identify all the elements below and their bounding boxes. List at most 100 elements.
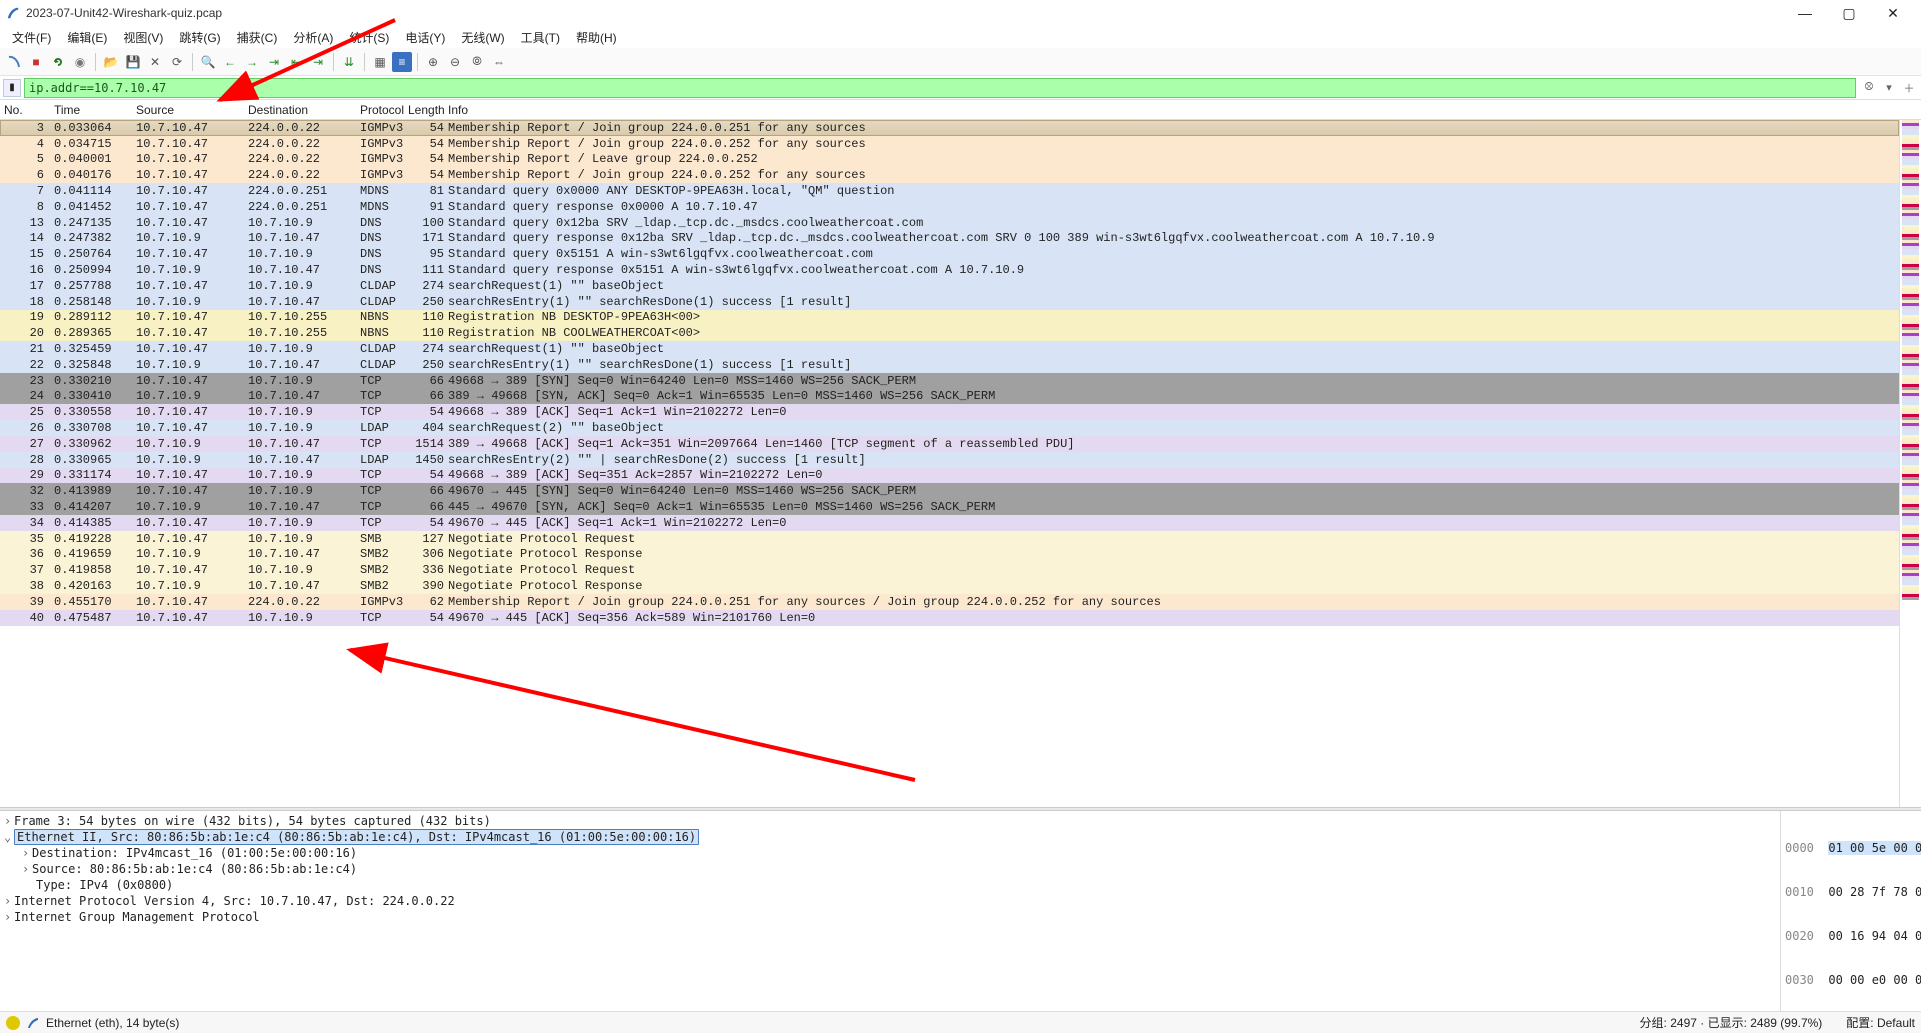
packet-list-header[interactable]: No. Time Source Destination Protocol Len…: [0, 100, 1921, 120]
restart-capture-icon[interactable]: [48, 52, 68, 72]
packet-row[interactable]: 200.28936510.7.10.4710.7.10.255NBNS110Re…: [0, 325, 1899, 341]
col-len[interactable]: Length: [408, 103, 448, 117]
menu-capture[interactable]: 捕获(C): [229, 27, 286, 48]
titlebar: 2023-07-Unit42-Wireshark-quiz.pcap — ▢ ✕: [0, 0, 1921, 26]
tree-frame[interactable]: Frame 3: 54 bytes on wire (432 bits), 54…: [14, 814, 491, 828]
auto-scroll-icon[interactable]: ⇊: [339, 52, 359, 72]
apply-filter-icon[interactable]: ▾: [1880, 79, 1898, 97]
zoom-out-icon[interactable]: ⊖: [445, 52, 465, 72]
col-proto[interactable]: Protocol: [360, 103, 408, 117]
packet-row[interactable]: 290.33117410.7.10.4710.7.10.9TCP5449668 …: [0, 468, 1899, 484]
menu-stats[interactable]: 统计(S): [341, 27, 397, 48]
menu-wireless[interactable]: 无线(W): [453, 27, 512, 48]
expert-info-icon[interactable]: [6, 1016, 20, 1030]
packet-bytes-pane[interactable]: 0000 01 00 5e 00 00 0010 00 28 7f 78 00 …: [1781, 811, 1921, 1011]
filter-bar: ▮ ⮾ ▾ ＋: [0, 76, 1921, 100]
menu-telephony[interactable]: 电话(Y): [397, 27, 453, 48]
packet-row[interactable]: 250.33055810.7.10.4710.7.10.9TCP5449668 …: [0, 404, 1899, 420]
packet-row[interactable]: 270.33096210.7.10.910.7.10.47TCP1514389 …: [0, 436, 1899, 452]
go-back-icon[interactable]: ←: [220, 52, 240, 72]
menu-tools[interactable]: 工具(T): [513, 27, 568, 48]
menu-file[interactable]: 文件(F): [4, 27, 59, 48]
menu-view[interactable]: 视图(V): [115, 27, 171, 48]
go-to-packet-icon[interactable]: ⇥: [264, 52, 284, 72]
toolbar: ■ ◉ 📂 💾 ✕ ⟳ 🔍 ← → ⇥ ⇤ ⇥ ⇊ ▦ ≡ ⊕ ⊖ ⦾ ⇔: [0, 48, 1921, 76]
tree-ethernet[interactable]: Ethernet II, Src: 80:86:5b:ab:1e:c4 (80:…: [14, 829, 699, 845]
go-last-icon[interactable]: ⇥: [308, 52, 328, 72]
packet-row[interactable]: 150.25076410.7.10.4710.7.10.9DNS95Standa…: [0, 246, 1899, 262]
maximize-button[interactable]: ▢: [1827, 0, 1871, 26]
packet-row[interactable]: 80.04145210.7.10.47224.0.0.251MDNS91Stan…: [0, 199, 1899, 215]
colorize-icon[interactable]: ▦: [370, 52, 390, 72]
packet-row[interactable]: 60.04017610.7.10.47224.0.0.22IGMPv354Mem…: [0, 167, 1899, 183]
packet-row[interactable]: 240.33041010.7.10.910.7.10.47TCP66389 → …: [0, 389, 1899, 405]
packet-row[interactable]: 390.45517010.7.10.47224.0.0.22IGMPv362Me…: [0, 594, 1899, 610]
col-dst[interactable]: Destination: [248, 103, 360, 117]
packet-minimap[interactable]: [1899, 120, 1921, 807]
close-file-icon[interactable]: ✕: [145, 52, 165, 72]
minimize-button[interactable]: —: [1783, 0, 1827, 26]
bookmark-filter-icon[interactable]: ▮: [3, 79, 21, 97]
col-no[interactable]: No.: [4, 103, 54, 117]
packet-row[interactable]: 30.03306410.7.10.47224.0.0.22IGMPv354Mem…: [0, 120, 1899, 136]
packet-row[interactable]: 130.24713510.7.10.4710.7.10.9DNS100Stand…: [0, 215, 1899, 231]
filter-add-icon[interactable]: ＋: [1900, 79, 1918, 97]
wireshark-icon: [26, 1016, 40, 1030]
packet-row[interactable]: 70.04111410.7.10.47224.0.0.251MDNS81Stan…: [0, 183, 1899, 199]
col-src[interactable]: Source: [136, 103, 248, 117]
packet-row[interactable]: 160.25099410.7.10.910.7.10.47DNS111Stand…: [0, 262, 1899, 278]
packet-row[interactable]: 280.33096510.7.10.910.7.10.47LDAP1450sea…: [0, 452, 1899, 468]
zoom-in-icon[interactable]: ⊕: [423, 52, 443, 72]
status-packets: 分组: 2497 · 已显示: 2489 (99.7%): [1640, 1014, 1823, 1031]
packet-row[interactable]: 170.25778810.7.10.4710.7.10.9CLDAP274sea…: [0, 278, 1899, 294]
packet-row[interactable]: 40.03471510.7.10.47224.0.0.22IGMPv354Mem…: [0, 136, 1899, 152]
packet-row[interactable]: 380.42016310.7.10.910.7.10.47SMB2390Nego…: [0, 578, 1899, 594]
tree-eth-src[interactable]: Source: 80:86:5b:ab:1e:c4 (80:86:5b:ab:1…: [32, 862, 357, 876]
packet-row[interactable]: 230.33021010.7.10.4710.7.10.9TCP6649668 …: [0, 373, 1899, 389]
menu-analyze[interactable]: 分析(A): [285, 27, 341, 48]
packet-row[interactable]: 370.41985810.7.10.4710.7.10.9SMB2336Nego…: [0, 562, 1899, 578]
open-file-icon[interactable]: 📂: [101, 52, 121, 72]
packet-row[interactable]: 360.41965910.7.10.910.7.10.47SMB2306Nego…: [0, 547, 1899, 563]
packet-row[interactable]: 50.04000110.7.10.47224.0.0.22IGMPv354Mem…: [0, 152, 1899, 168]
packet-row[interactable]: 180.25814810.7.10.910.7.10.47CLDAP250sea…: [0, 294, 1899, 310]
packet-row[interactable]: 400.47548710.7.10.4710.7.10.9TCP5449670 …: [0, 610, 1899, 626]
packet-row[interactable]: 220.32584810.7.10.910.7.10.47CLDAP250sea…: [0, 357, 1899, 373]
packet-list[interactable]: 30.03306410.7.10.47224.0.0.22IGMPv354Mem…: [0, 120, 1899, 807]
col-info[interactable]: Info: [448, 103, 1921, 117]
menu-go[interactable]: 跳转(G): [171, 27, 228, 48]
menu-help[interactable]: 帮助(H): [568, 27, 625, 48]
packet-row[interactable]: 340.41438510.7.10.4710.7.10.9TCP5449670 …: [0, 515, 1899, 531]
packet-row[interactable]: 190.28911210.7.10.4710.7.10.255NBNS110Re…: [0, 310, 1899, 326]
save-file-icon[interactable]: 💾: [123, 52, 143, 72]
resize-all-columns-icon[interactable]: ⇔: [489, 52, 509, 72]
tree-eth-dst[interactable]: Destination: IPv4mcast_16 (01:00:5e:00:0…: [32, 846, 357, 860]
close-button[interactable]: ✕: [1871, 0, 1915, 26]
packet-row[interactable]: 330.41420710.7.10.910.7.10.47TCP66445 → …: [0, 499, 1899, 515]
clear-filter-icon[interactable]: ⮾: [1860, 79, 1878, 97]
tree-ip[interactable]: Internet Protocol Version 4, Src: 10.7.1…: [14, 894, 455, 908]
tree-eth-type[interactable]: Type: IPv4 (0x0800): [36, 878, 173, 892]
col-time[interactable]: Time: [54, 103, 136, 117]
go-first-icon[interactable]: ⇤: [286, 52, 306, 72]
zoom-reset-icon[interactable]: ⦾: [467, 52, 487, 72]
status-profile[interactable]: 配置: Default: [1846, 1014, 1915, 1031]
packet-row[interactable]: 350.41922810.7.10.4710.7.10.9SMB127Negot…: [0, 531, 1899, 547]
capture-options-icon[interactable]: ◉: [70, 52, 90, 72]
packet-row[interactable]: 140.24738210.7.10.910.7.10.47DNS171Stand…: [0, 231, 1899, 247]
find-packet-icon[interactable]: 🔍: [198, 52, 218, 72]
packet-details-tree[interactable]: ›Frame 3: 54 bytes on wire (432 bits), 5…: [0, 811, 1781, 1011]
go-forward-icon[interactable]: →: [242, 52, 262, 72]
packet-row[interactable]: 320.41398910.7.10.4710.7.10.9TCP6649670 …: [0, 483, 1899, 499]
menu-edit[interactable]: 编辑(E): [59, 27, 115, 48]
stop-capture-icon[interactable]: ■: [26, 52, 46, 72]
start-capture-icon[interactable]: [4, 52, 24, 72]
menubar: 文件(F) 编辑(E) 视图(V) 跳转(G) 捕获(C) 分析(A) 统计(S…: [0, 26, 1921, 48]
reload-icon[interactable]: ⟳: [167, 52, 187, 72]
resize-columns-icon[interactable]: ≡: [392, 52, 412, 72]
status-left: Ethernet (eth), 14 byte(s): [46, 1016, 179, 1030]
tree-igmp[interactable]: Internet Group Management Protocol: [14, 910, 260, 924]
packet-row[interactable]: 260.33070810.7.10.4710.7.10.9LDAP404sear…: [0, 420, 1899, 436]
display-filter-input[interactable]: [24, 78, 1856, 98]
packet-row[interactable]: 210.32545910.7.10.4710.7.10.9CLDAP274sea…: [0, 341, 1899, 357]
